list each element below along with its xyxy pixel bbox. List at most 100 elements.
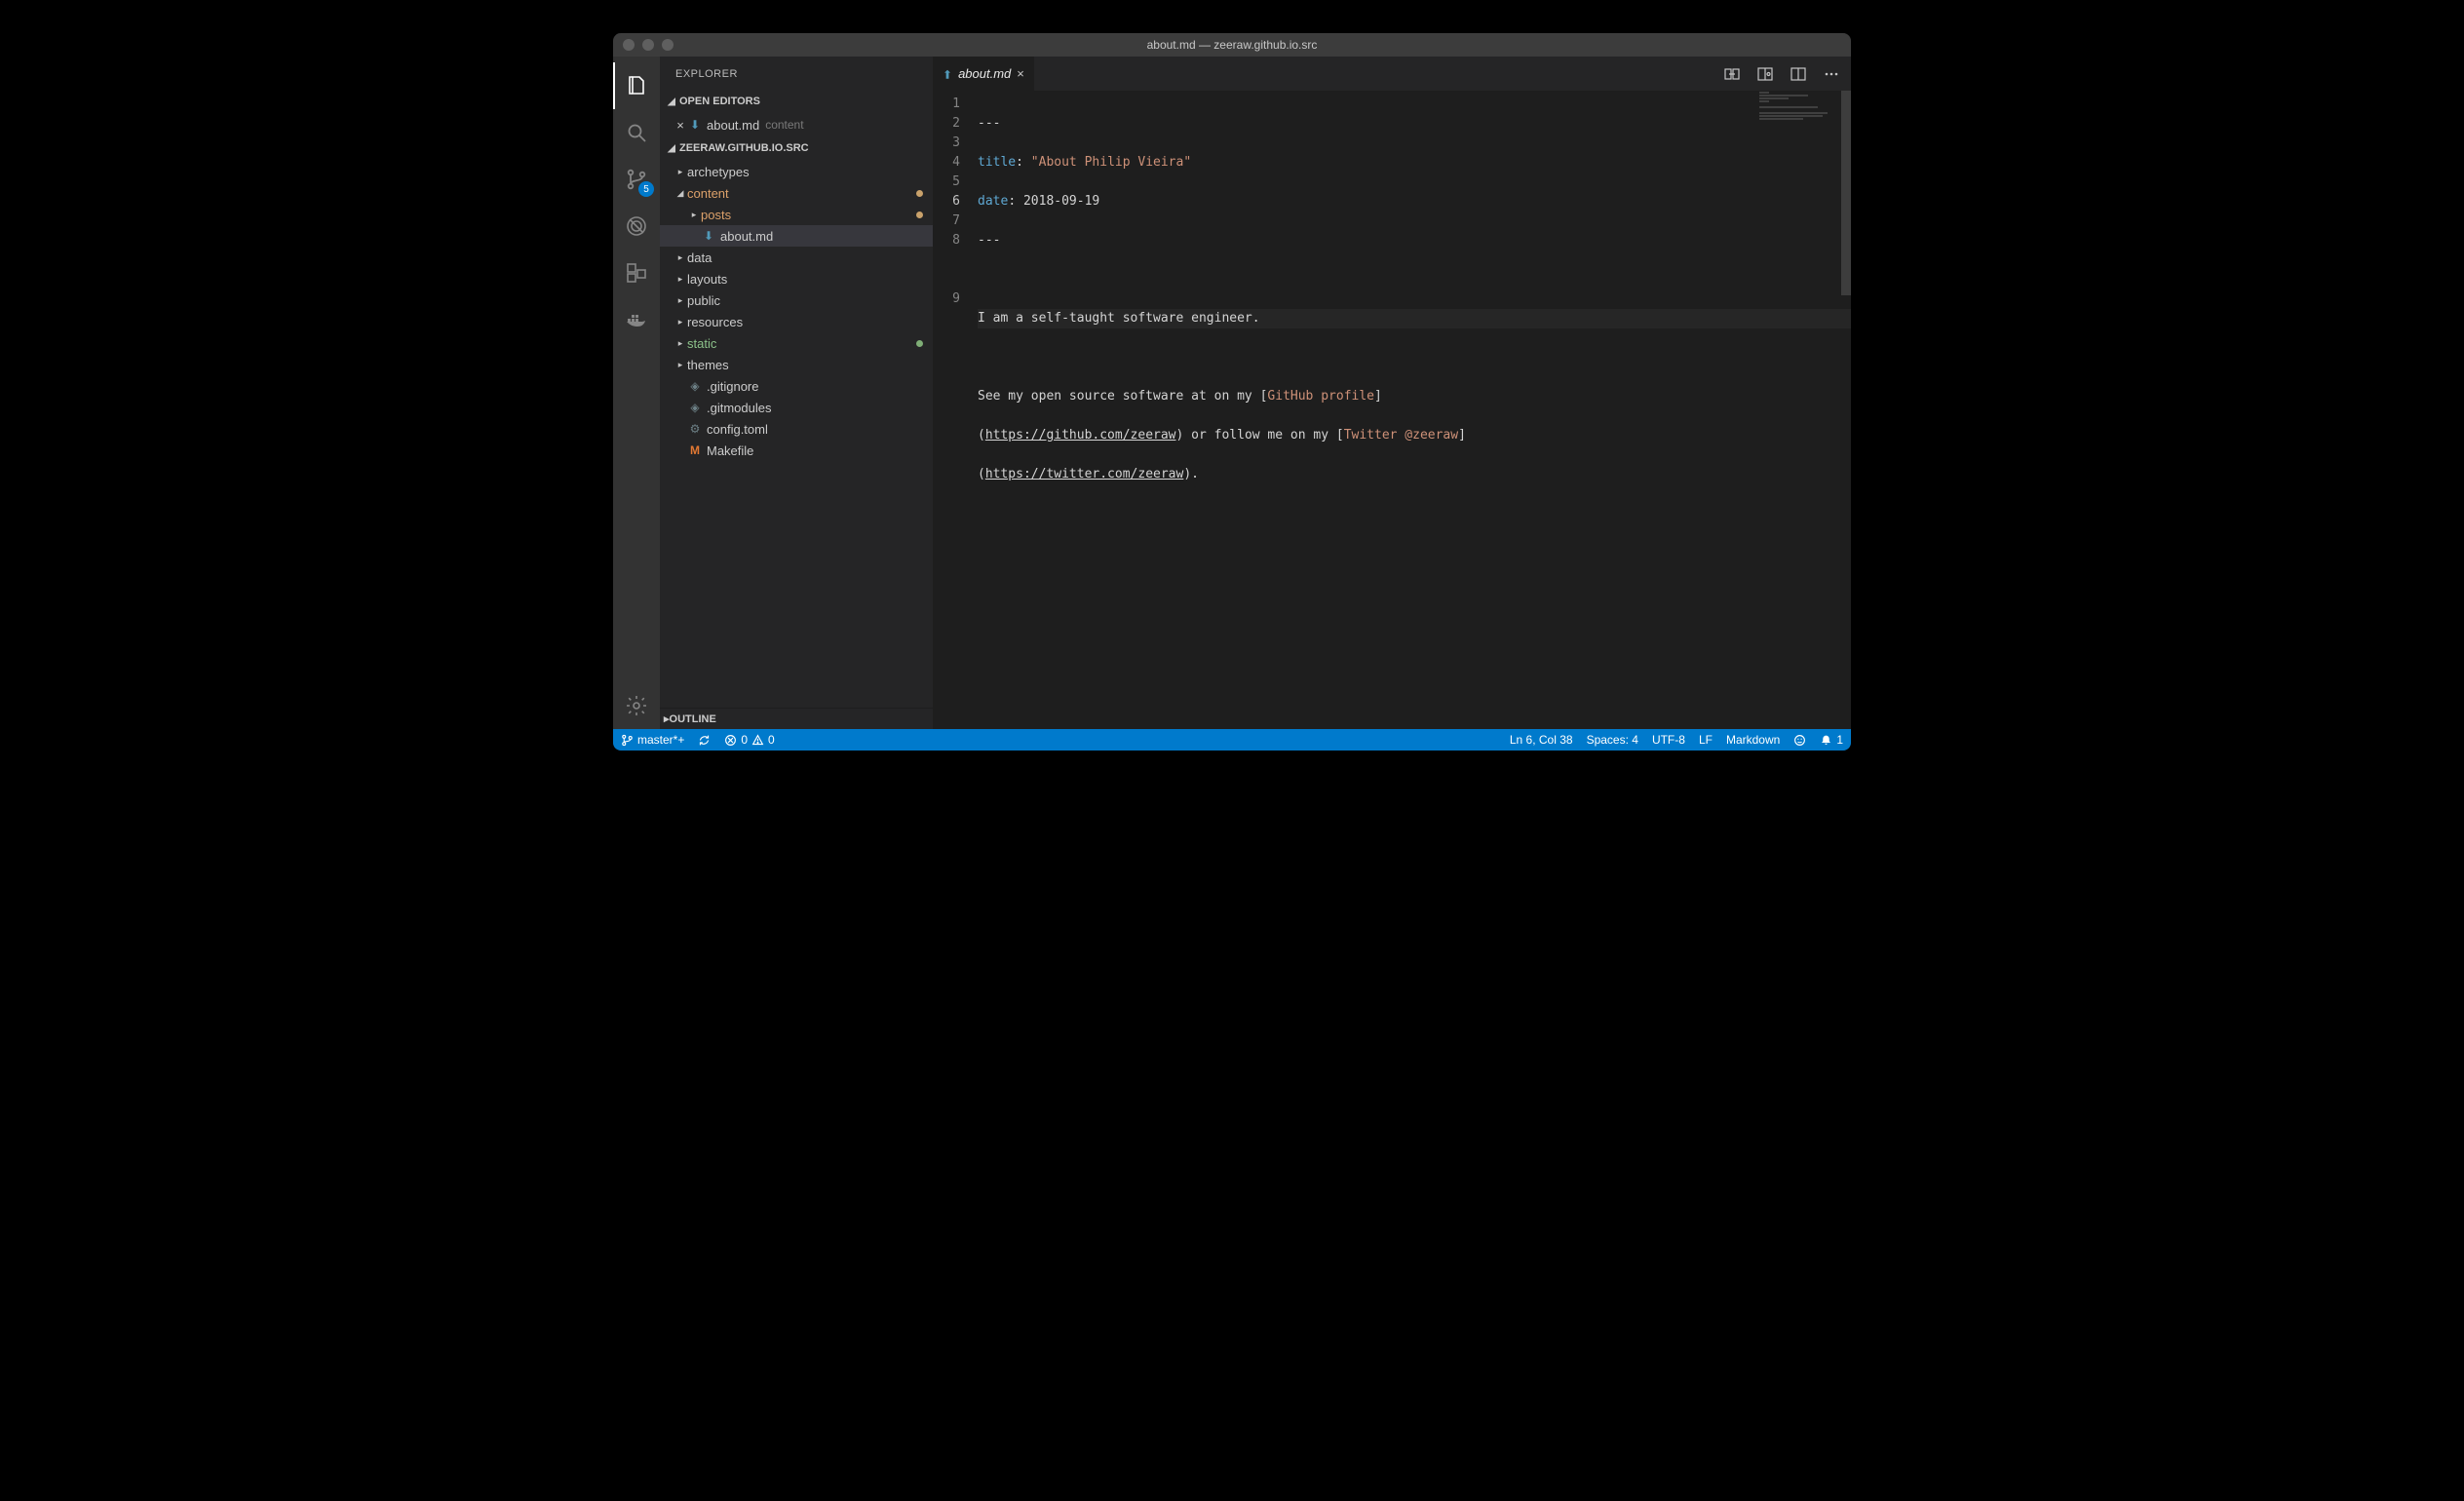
- status-bar: master*+ 0 0 Ln 6, Col 38 Spaces: 4 UTF-…: [613, 729, 1851, 750]
- status-indentation[interactable]: Spaces: 4: [1587, 733, 1638, 747]
- open-editors-header[interactable]: ◢ OPEN EDITORS: [660, 91, 933, 112]
- git-modified-indicator: [916, 212, 923, 218]
- folder-data[interactable]: ▸ data: [660, 247, 933, 268]
- folder-label: themes: [687, 358, 729, 372]
- close-icon[interactable]: ×: [1017, 66, 1024, 81]
- file-about-md[interactable]: ⬇ about.md: [660, 225, 933, 247]
- code-text: "About Philip Vieira": [1031, 155, 1191, 170]
- folder-content[interactable]: ◢ content: [660, 182, 933, 204]
- smiley-icon: [1793, 734, 1806, 747]
- ellipsis-icon: [1824, 66, 1839, 82]
- code-text: ---: [978, 116, 1000, 131]
- open-changes-button[interactable]: [1722, 64, 1742, 84]
- code-text: title: [978, 155, 1016, 170]
- window-close-button[interactable]: [623, 39, 635, 51]
- split-icon: [1790, 66, 1806, 82]
- folder-label: resources: [687, 315, 743, 329]
- status-language[interactable]: Markdown: [1726, 733, 1780, 747]
- git-branch-icon: [621, 734, 634, 747]
- chevron-right-icon: ▸: [674, 317, 687, 327]
- code-text: (: [978, 428, 985, 443]
- folder-static[interactable]: ▸ static: [660, 332, 933, 354]
- activity-explorer[interactable]: [613, 62, 660, 109]
- editor-content[interactable]: --- title: "About Philip Vieira" date: 2…: [978, 91, 1851, 729]
- folder-themes[interactable]: ▸ themes: [660, 354, 933, 375]
- markdown-file-icon: ⬇: [687, 117, 703, 133]
- file-config-toml[interactable]: ⚙ config.toml: [660, 418, 933, 440]
- file-gitignore[interactable]: ◈ .gitignore: [660, 375, 933, 397]
- traffic-lights: [613, 39, 674, 51]
- folder-label: layouts: [687, 272, 727, 287]
- window-zoom-button[interactable]: [662, 39, 674, 51]
- chevron-right-icon: ▸: [674, 274, 687, 285]
- extensions-icon: [625, 261, 648, 285]
- open-preview-side-button[interactable]: [1755, 64, 1775, 84]
- folder-public[interactable]: ▸ public: [660, 289, 933, 311]
- folder-archetypes[interactable]: ▸ archetypes: [660, 161, 933, 182]
- outline-label: OUTLINE: [670, 713, 716, 725]
- more-actions-button[interactable]: [1822, 64, 1841, 84]
- project-header[interactable]: ◢ ZEERAW.GITHUB.IO.SRC: [660, 137, 933, 159]
- chevron-right-icon: ▸: [674, 360, 687, 370]
- open-editors-label: OPEN EDITORS: [679, 96, 760, 107]
- outline-header[interactable]: ▸ OUTLINE: [660, 708, 933, 729]
- open-editor-path: content: [765, 118, 803, 132]
- window-minimize-button[interactable]: [642, 39, 654, 51]
- status-cursor-position[interactable]: Ln 6, Col 38: [1510, 733, 1573, 747]
- file-label: config.toml: [707, 422, 768, 437]
- file-gitmodules[interactable]: ◈ .gitmodules: [660, 397, 933, 418]
- chevron-right-icon: ▸: [674, 252, 687, 263]
- status-problems[interactable]: 0 0: [724, 733, 774, 747]
- folder-layouts[interactable]: ▸ layouts: [660, 268, 933, 289]
- status-encoding-label: UTF-8: [1652, 733, 1685, 747]
- git-file-icon: ◈: [687, 400, 703, 415]
- chevron-right-icon: ▸: [674, 295, 687, 306]
- chevron-down-icon: ◢: [674, 188, 687, 199]
- status-warnings-count: 0: [768, 733, 775, 747]
- preview-icon: [1757, 66, 1773, 82]
- code-text: https://github.com/zeeraw: [985, 428, 1176, 443]
- activity-docker[interactable]: [613, 296, 660, 343]
- status-sync[interactable]: [698, 734, 711, 747]
- scm-badge: 5: [638, 181, 654, 197]
- sidebar-title: EXPLORER: [660, 57, 933, 91]
- folder-posts[interactable]: ▸ posts: [660, 204, 933, 225]
- activity-debug[interactable]: [613, 203, 660, 250]
- activity-search[interactable]: [613, 109, 660, 156]
- split-editor-button[interactable]: [1789, 64, 1808, 84]
- folder-label: data: [687, 250, 712, 265]
- vertical-scrollbar[interactable]: [1837, 91, 1851, 729]
- markdown-file-icon: ⬇: [701, 228, 716, 244]
- code-text: See my open source software at on my [: [978, 389, 1267, 404]
- chevron-down-icon: ◢: [664, 96, 679, 107]
- editor-area[interactable]: 12345678 9 --- title: "About Philip Viei…: [933, 91, 1851, 729]
- status-language-label: Markdown: [1726, 733, 1780, 747]
- status-eol[interactable]: LF: [1699, 733, 1713, 747]
- tab-about-md[interactable]: ⬇ about.md ×: [933, 57, 1035, 91]
- scrollbar-thumb[interactable]: [1841, 91, 1851, 295]
- status-lncol-label: Ln 6, Col 38: [1510, 733, 1573, 747]
- chevron-down-icon: ◢: [664, 143, 679, 154]
- file-label: Makefile: [707, 443, 753, 458]
- file-makefile[interactable]: M Makefile: [660, 440, 933, 461]
- folder-resources[interactable]: ▸ resources: [660, 311, 933, 332]
- editor-actions: [1722, 57, 1851, 91]
- status-encoding[interactable]: UTF-8: [1652, 733, 1685, 747]
- folder-label: content: [687, 186, 729, 201]
- status-notifications[interactable]: 1: [1820, 733, 1843, 747]
- status-git-branch[interactable]: master*+: [621, 733, 684, 747]
- status-notifications-count: 1: [1836, 733, 1843, 747]
- activity-settings[interactable]: [613, 682, 660, 729]
- status-feedback[interactable]: [1793, 734, 1806, 747]
- docker-icon: [625, 308, 648, 331]
- open-editor-item[interactable]: × ⬇ about.md content: [660, 114, 933, 135]
- code-text: date: [978, 194, 1008, 209]
- chevron-right-icon: ▸: [687, 210, 701, 220]
- activity-extensions[interactable]: [613, 250, 660, 296]
- activity-source-control[interactable]: 5: [613, 156, 660, 203]
- close-icon[interactable]: ×: [674, 118, 687, 133]
- chevron-right-icon: ▸: [674, 338, 687, 349]
- window-title: about.md — zeeraw.github.io.src: [613, 38, 1851, 52]
- vscode-window: about.md — zeeraw.github.io.src 5: [613, 33, 1851, 750]
- makefile-icon: M: [687, 443, 703, 458]
